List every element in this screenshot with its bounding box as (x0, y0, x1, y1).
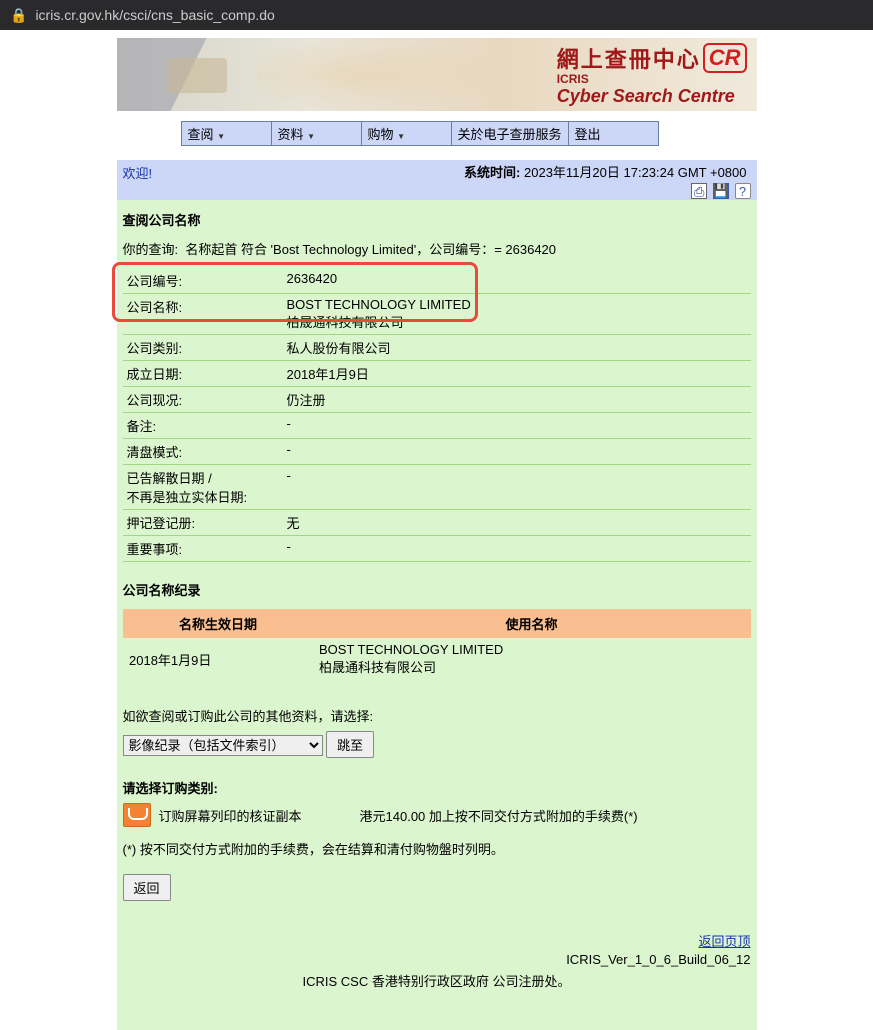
lock-icon: 🔒 (10, 7, 27, 24)
name-history-heading: 公司名称纪录 (123, 580, 751, 599)
value-winding: - (283, 439, 751, 465)
back-to-top-link[interactable]: 返回页顶 (698, 934, 750, 949)
label-dissolve: 已告解散日期 /不再是独立实体日期: (123, 465, 283, 510)
fee-note: (*) 按不同交付方式附加的手续费，会在结算和清付购物盤时列明。 (123, 839, 751, 858)
value-inc-date: 2018年1月9日 (283, 361, 751, 387)
other-info-prompt: 如欲查阅或订购此公司的其他资料，请选择: (123, 706, 751, 725)
print-icon[interactable]: ⎙ (691, 183, 707, 199)
label-remark: 备注: (123, 413, 283, 439)
label-charge: 押记登记册: (123, 510, 283, 536)
value-dissolve: - (283, 465, 751, 510)
address-bar: 🔒 icris.cr.gov.hk/csci/cns_basic_comp.do (0, 0, 873, 30)
cell-date: 2018年1月9日 (123, 638, 313, 681)
label-status: 公司现况: (123, 387, 283, 413)
menu-info[interactable]: 资料 ▼ (271, 122, 361, 146)
chevron-down-icon: ▼ (217, 132, 225, 141)
section-title: 查阅公司名称 (123, 210, 751, 229)
label-type: 公司类别: (123, 335, 283, 361)
value-important: - (283, 536, 751, 562)
goto-button[interactable]: 跳至 (326, 731, 374, 758)
menu-cart[interactable]: 购物 ▼ (361, 122, 451, 146)
label-inc-date: 成立日期: (123, 361, 283, 387)
chevron-down-icon: ▼ (397, 132, 405, 141)
cart-fee: 港元140.00 加上按不同交付方式附加的手续费(*) (360, 806, 638, 825)
label-winding: 清盘模式: (123, 439, 283, 465)
help-icon[interactable]: ? (735, 183, 751, 199)
version-text: ICRIS_Ver_1_0_6_Build_06_12 (123, 952, 751, 967)
banner-title-cn: 網上查冊中心 (557, 42, 701, 74)
banner-sub2: Cyber Search Centre (557, 86, 747, 107)
url-text: icris.cr.gov.hk/csci/cns_basic_comp.do (35, 7, 274, 23)
cell-name: BOST TECHNOLOGY LIMITED柏晟通科技有限公司 (313, 638, 750, 681)
system-time: 系统时间: 2023年11月20日 17:23:24 GMT +0800 (464, 162, 746, 181)
col-effective-date: 名称生效日期 (123, 610, 313, 638)
query-line: 你的查询: 名称起首 符合 'Bost Technology Limited'，… (123, 239, 751, 258)
content-area: 查阅公司名称 你的查询: 名称起首 符合 'Bost Technology Li… (117, 200, 757, 1030)
value-type: 私人股份有限公司 (283, 335, 751, 361)
chevron-down-icon: ▼ (307, 132, 315, 141)
menu-eservice[interactable]: 关於电子查册服务 (451, 122, 568, 146)
value-status: 仍注册 (283, 387, 751, 413)
order-heading: 请选择订购类别: (123, 778, 751, 797)
name-history-table: 名称生效日期 使用名称 2018年1月9日 BOST TECHNOLOGY LI… (123, 609, 751, 680)
main-menu: 查阅 ▼ 资料 ▼ 购物 ▼ 关於电子查册服务 登出 (181, 121, 659, 146)
label-important: 重要事项: (123, 536, 283, 562)
value-remark: - (283, 413, 751, 439)
col-name-used: 使用名称 (313, 610, 750, 638)
save-icon[interactable]: 💾 (713, 183, 729, 199)
other-info-select[interactable]: 影像纪录（包括文件索引） (123, 735, 323, 756)
back-button[interactable]: 返回 (123, 874, 171, 901)
banner: 網上查冊中心CR ICRIS Cyber Search Centre (117, 38, 757, 111)
banner-cr-badge: CR (703, 43, 747, 73)
value-charge: 无 (283, 510, 751, 536)
table-row: 2018年1月9日 BOST TECHNOLOGY LIMITED柏晟通科技有限… (123, 638, 750, 681)
cart-label: 订购屏幕列印的核证副本 (159, 806, 302, 825)
banner-sub1: ICRIS (557, 72, 747, 86)
welcome-bar: 欢迎! 系统时间: 2023年11月20日 17:23:24 GMT +0800… (117, 160, 757, 200)
menu-browse[interactable]: 查阅 ▼ (181, 122, 271, 146)
highlight-box (112, 262, 478, 322)
welcome-text: 欢迎! (123, 166, 153, 181)
footer-text: ICRIS CSC 香港特别行政区政府 公司注册处。 (123, 971, 751, 990)
cart-icon[interactable] (123, 803, 151, 827)
menu-logout[interactable]: 登出 (568, 122, 658, 146)
